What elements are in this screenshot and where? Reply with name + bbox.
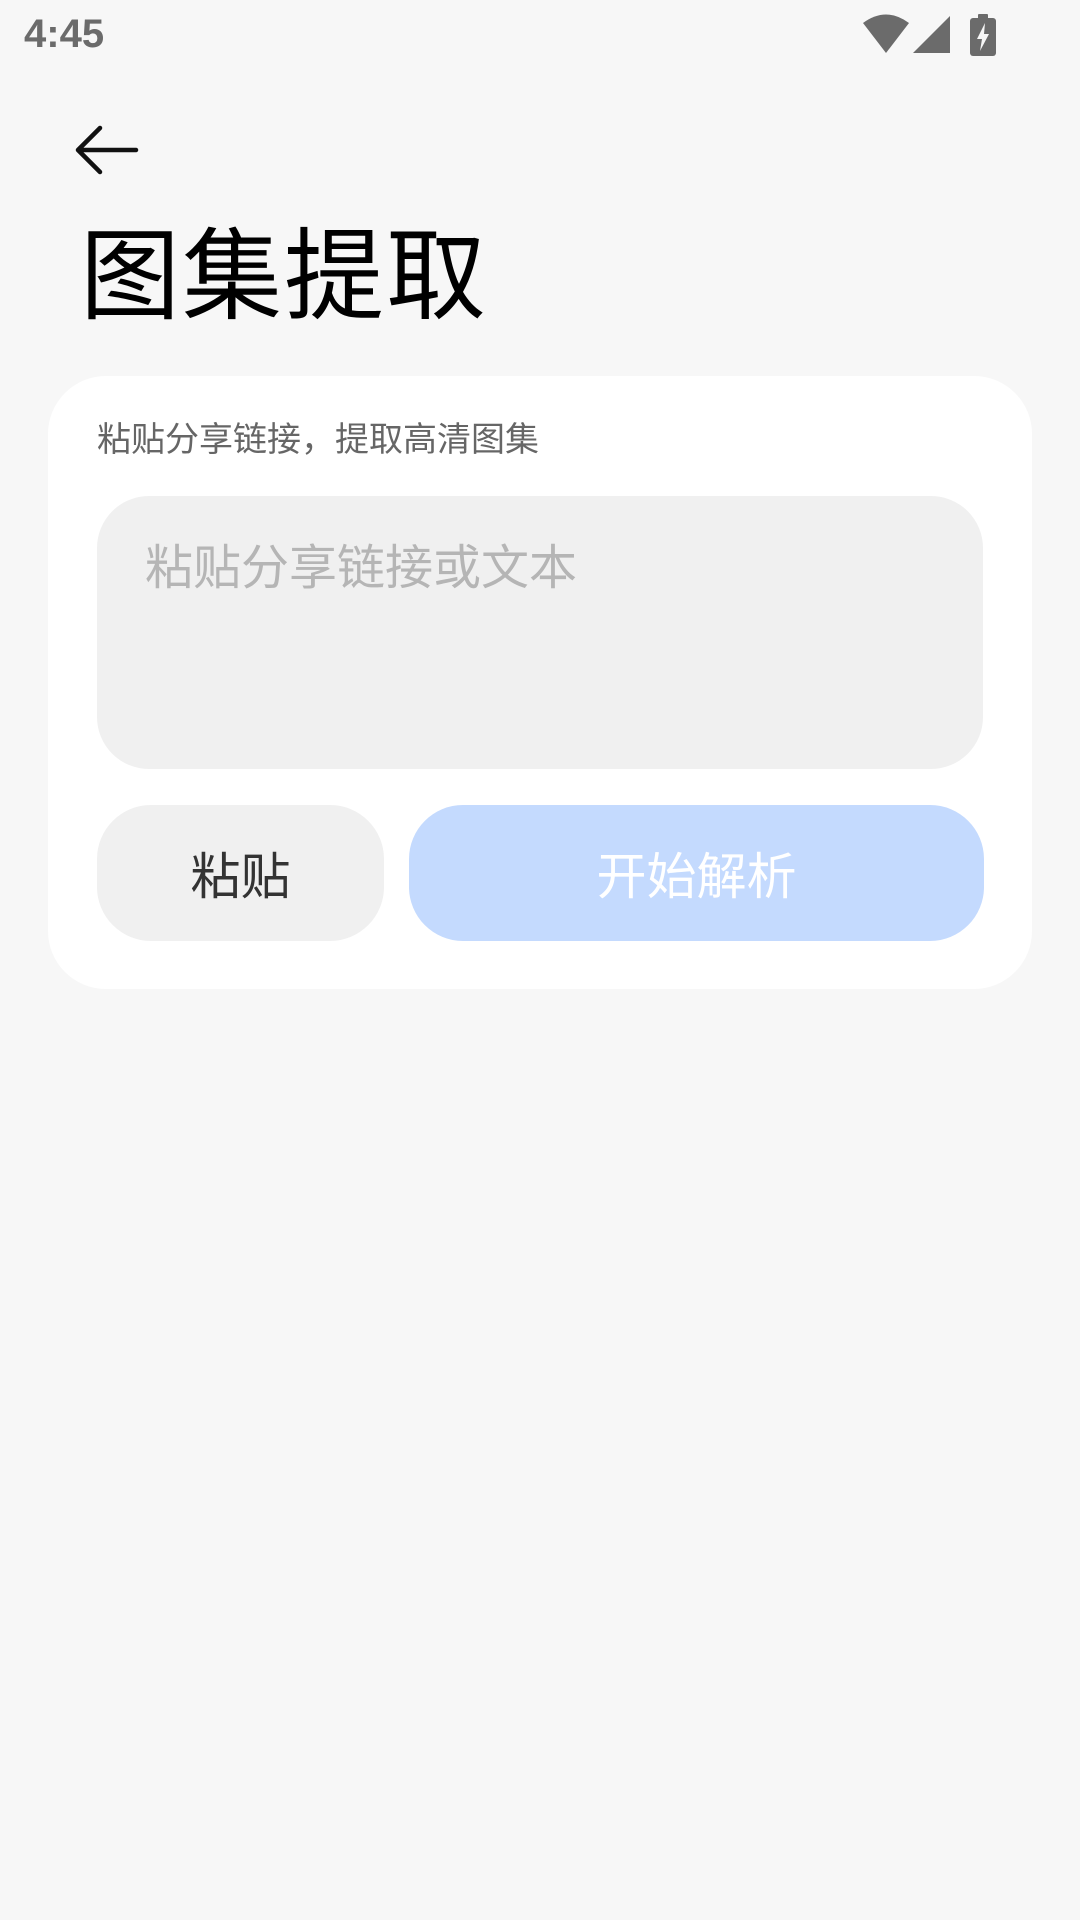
start-parse-button[interactable]: 开始解析 (409, 805, 984, 941)
extract-card: 粘贴分享链接，提取高清图集 粘贴 开始解析 (48, 376, 1032, 989)
status-icons (862, 14, 1002, 58)
battery-charging-icon (970, 14, 996, 56)
paste-button[interactable]: 粘贴 (97, 805, 384, 941)
page-title: 图集提取 (80, 218, 488, 335)
arrow-left-icon (75, 125, 139, 175)
card-hint-text: 粘贴分享链接，提取高清图集 (97, 420, 539, 460)
wifi-icon (863, 14, 909, 53)
cellular-signal-icon (913, 16, 950, 53)
share-link-input[interactable] (97, 496, 983, 769)
status-bar: 4:45 (0, 0, 1080, 72)
back-button[interactable] (74, 114, 166, 186)
status-time: 4:45 (24, 12, 105, 56)
